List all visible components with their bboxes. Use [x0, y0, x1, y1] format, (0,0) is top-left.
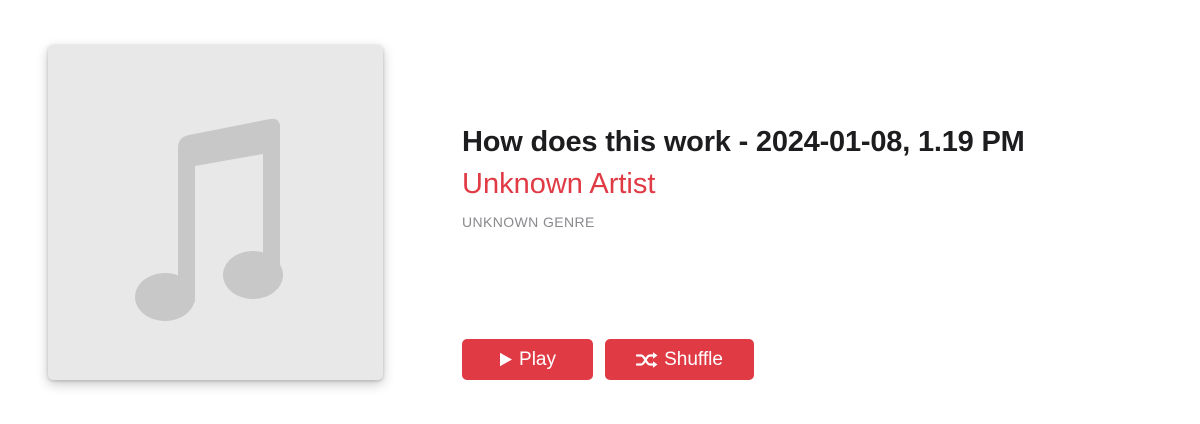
album-title: How does this work - 2024-01-08, 1.19 PM	[462, 126, 1025, 158]
shuffle-button-label: Shuffle	[664, 348, 723, 370]
shuffle-button[interactable]: Shuffle	[605, 339, 754, 380]
album-header: How does this work - 2024-01-08, 1.19 PM…	[0, 0, 1200, 424]
play-button[interactable]: Play	[462, 339, 593, 380]
genre-label: UNKNOWN GENRE	[462, 214, 595, 230]
album-artwork[interactable]	[48, 45, 383, 380]
artist-link[interactable]: Unknown Artist	[462, 164, 1182, 204]
album-info: How does this work - 2024-01-08, 1.19 PM…	[462, 120, 1182, 230]
play-icon	[499, 352, 513, 367]
play-button-label: Play	[519, 348, 556, 370]
action-buttons: Play Shuffle	[462, 339, 754, 380]
music-note-icon	[135, 118, 283, 321]
shuffle-icon	[636, 351, 658, 368]
